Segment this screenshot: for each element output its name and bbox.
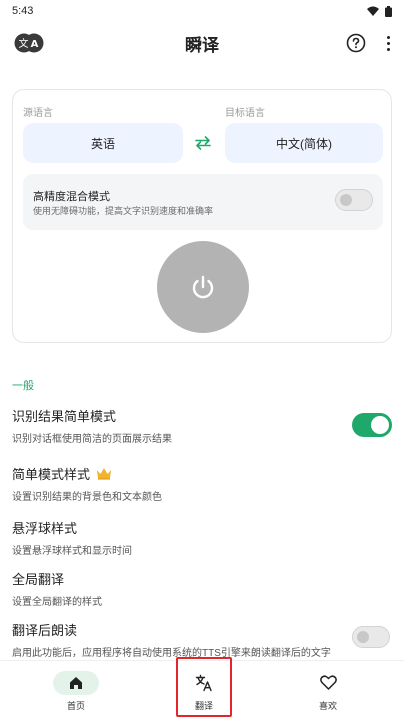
nav-favorites-label: 喜欢 <box>318 700 337 711</box>
setting-title: 全局翻译 <box>12 572 65 587</box>
more-options-icon[interactable] <box>382 33 394 53</box>
toggle-knob <box>340 194 352 206</box>
power-icon <box>192 275 214 299</box>
nav-item-home[interactable]: 首页 <box>16 661 136 720</box>
svg-text:A: A <box>31 39 39 50</box>
source-language-value: 英语 <box>90 136 115 151</box>
toggle-knob <box>357 631 369 643</box>
setting-title: 识别结果简单模式 <box>12 409 117 424</box>
setting-description: 设置全局翻译的样式 <box>12 597 102 608</box>
simple-result-mode-toggle[interactable] <box>352 413 392 437</box>
setting-title: 翻译后朗读 <box>12 623 78 638</box>
setting-floating-ball-style[interactable]: 悬浮球样式 设置悬浮球样式和显示时间 <box>12 518 392 557</box>
translate-tab-highlight <box>176 657 232 717</box>
nav-home-label: 首页 <box>66 700 85 711</box>
translation-card: 源语言 目标语言 英语 中文(简体) 高精度混合模式 使用无障碍功能，提高文字识… <box>12 89 392 343</box>
swap-languages-icon[interactable] <box>193 136 213 150</box>
setting-simple-result-mode[interactable]: 识别结果简单模式 识别对话框使用简洁的页面展示结果 <box>12 406 392 445</box>
setting-global-translation[interactable]: 全局翻译 设置全局翻译的样式 <box>12 569 392 608</box>
setting-description: 设置悬浮球样式和显示时间 <box>12 546 132 557</box>
nav-home-pill <box>53 670 99 695</box>
mix-mode-toggle[interactable] <box>335 189 373 211</box>
heart-icon <box>319 675 337 690</box>
app-bar: 文 A 瞬译 <box>0 22 404 64</box>
setting-title: 悬浮球样式 <box>12 521 78 536</box>
page-title: 瞬译 <box>185 35 219 55</box>
mix-mode-row: 高精度混合模式 使用无障碍功能，提高文字识别速度和准确率 <box>23 174 383 230</box>
toggle-knob <box>371 416 389 434</box>
section-header-general: 一般 <box>12 380 34 392</box>
translate-logo-icon[interactable]: 文 A <box>14 33 44 53</box>
setting-description: 设置识别结果的背景色和文本颜色 <box>12 492 162 503</box>
status-bar: 5:43 <box>0 0 404 22</box>
power-button[interactable] <box>157 241 249 333</box>
help-icon[interactable] <box>346 33 366 53</box>
status-time: 5:43 <box>12 5 34 17</box>
battery-icon <box>385 5 392 17</box>
setting-description: 识别对话框使用简洁的页面展示结果 <box>12 434 172 445</box>
status-icons <box>367 5 392 17</box>
target-language-button[interactable]: 中文(简体) <box>225 123 383 163</box>
source-language-button[interactable]: 英语 <box>23 123 183 163</box>
svg-text:文: 文 <box>19 37 29 50</box>
wifi-icon <box>367 6 379 16</box>
crown-icon <box>97 468 112 480</box>
mix-mode-description: 使用无障碍功能，提高文字识别速度和准确率 <box>33 206 214 216</box>
target-language-value: 中文(简体) <box>276 136 332 151</box>
setting-read-after-translation[interactable]: 翻译后朗读 启用此功能后，应用程序将自动使用系统的TTS引擎来朗读翻译后的文字 <box>12 620 392 659</box>
home-icon <box>70 676 82 689</box>
nav-item-favorites[interactable]: 喜欢 <box>268 661 388 720</box>
setting-simple-mode-style[interactable]: 简单模式样式 设置识别结果的背景色和文本颜色 <box>12 464 392 503</box>
target-language-label: 目标语言 <box>225 108 265 119</box>
source-language-label: 源语言 <box>23 108 53 119</box>
mix-mode-title: 高精度混合模式 <box>33 191 110 203</box>
read-after-translation-toggle[interactable] <box>352 626 390 648</box>
setting-title: 简单模式样式 <box>12 467 91 482</box>
nav-favorites-icon-wrap <box>305 671 351 695</box>
